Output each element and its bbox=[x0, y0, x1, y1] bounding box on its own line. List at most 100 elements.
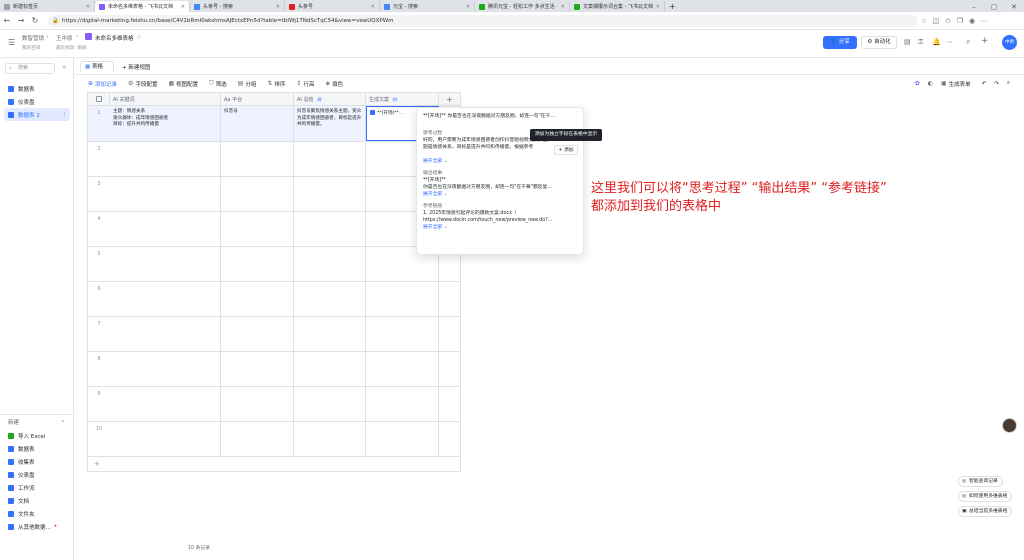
table-cell[interactable] bbox=[110, 212, 221, 246]
how-to-use-button[interactable]: ◎ 如何使用多维表格 bbox=[958, 491, 1013, 502]
share-button[interactable]: 👤 分享 bbox=[823, 36, 857, 49]
view-config-button[interactable]: ▦ 视图配置 bbox=[168, 80, 198, 88]
close-icon[interactable]: ✕ bbox=[371, 4, 375, 10]
new-table[interactable]: 数据表 bbox=[0, 442, 74, 455]
close-icon[interactable]: ✕ bbox=[561, 4, 565, 10]
column-header-keyword[interactable]: AI 关键词 bbox=[110, 93, 221, 106]
row-height-button[interactable]: ↕ 行高 bbox=[296, 80, 314, 88]
table-cell[interactable] bbox=[110, 282, 221, 316]
table-cell[interactable] bbox=[221, 317, 294, 351]
table-cell[interactable] bbox=[366, 282, 439, 316]
sidebar-item-table[interactable]: 数据表 bbox=[0, 82, 74, 95]
search-icon[interactable]: ⌕ bbox=[1007, 80, 1010, 87]
column-header-summary[interactable]: AI 总结 AI bbox=[294, 93, 366, 106]
table-row[interactable]: 8 bbox=[88, 352, 460, 387]
undo-icon[interactable]: ↶ bbox=[982, 81, 987, 87]
table-cell[interactable] bbox=[294, 142, 366, 176]
table-cell[interactable] bbox=[110, 247, 221, 281]
table-cell[interactable] bbox=[110, 352, 221, 386]
generate-form-button[interactable]: ▣ 生成表单 bbox=[941, 80, 971, 88]
select-all-checkbox[interactable] bbox=[88, 93, 110, 106]
cell-summary[interactable]: 抖音号聚焦情感关系主题，受众为成年情感困惑者，目标是提升共鸣传播量。 bbox=[294, 106, 366, 141]
close-window-icon[interactable]: ✕ bbox=[1004, 3, 1024, 11]
notification-icon[interactable]: 🔔 bbox=[932, 38, 941, 46]
table-cell[interactable] bbox=[366, 317, 439, 351]
table-cell[interactable] bbox=[294, 212, 366, 246]
reload-icon[interactable]: ↻ bbox=[28, 16, 42, 25]
avatar[interactable]: 中原 bbox=[1002, 35, 1017, 50]
browser-tab-active[interactable]: 未命名多维表格 - 飞书云文档 ✕ bbox=[95, 1, 190, 12]
expand-reference-link[interactable]: 展开全部 ⌄ bbox=[423, 224, 577, 231]
document-icon[interactable]: ▤ bbox=[904, 38, 911, 46]
back-icon[interactable]: ← bbox=[0, 16, 14, 25]
add-column-button[interactable]: + bbox=[439, 93, 460, 106]
star-icon[interactable]: ☆ bbox=[136, 33, 142, 41]
table-cell[interactable] bbox=[110, 422, 221, 456]
tab-table-view[interactable]: ▦ 表格 bbox=[80, 61, 114, 72]
filter-button[interactable]: ⛉ 筛选 bbox=[209, 80, 227, 88]
table-cell[interactable] bbox=[221, 142, 294, 176]
table-cell[interactable] bbox=[294, 317, 366, 351]
cell-platform[interactable]: 抖音号 bbox=[221, 106, 294, 141]
table-row[interactable]: 10 bbox=[88, 422, 460, 457]
browser-tab[interactable]: 文案偶攥示词合集 - 飞书云文档 ✕ bbox=[570, 1, 665, 12]
table-row[interactable]: 6 bbox=[88, 282, 460, 317]
ai-assistant-icon[interactable]: ✿ bbox=[915, 80, 922, 87]
new-tab-button[interactable]: + bbox=[665, 1, 679, 12]
redo-icon[interactable]: ↷ bbox=[994, 81, 999, 87]
palette-icon[interactable]: ◐ bbox=[928, 80, 935, 87]
table-row[interactable]: 2 bbox=[88, 142, 460, 177]
lock-icon[interactable]: ⚿ bbox=[918, 38, 923, 47]
fill-color-button[interactable]: ◈ 填色 bbox=[325, 80, 343, 88]
browser-tab[interactable]: 头条号 - 搜索 ✕ bbox=[190, 1, 285, 12]
table-cell[interactable] bbox=[110, 387, 221, 421]
close-icon[interactable]: ✕ bbox=[181, 4, 185, 10]
table-cell[interactable] bbox=[366, 387, 439, 421]
column-header-platform[interactable]: Aa 平台 bbox=[221, 93, 294, 106]
expand-output-link[interactable]: 展开全部 ⌄ bbox=[423, 191, 577, 198]
browser-tab[interactable]: 腾讯元宝 - 轻松工作 多点生活 ✕ bbox=[475, 1, 570, 12]
forward-icon[interactable]: → bbox=[14, 16, 28, 25]
table-cell[interactable] bbox=[294, 422, 366, 456]
add-row-button[interactable]: + bbox=[94, 460, 100, 468]
sort-button[interactable]: ⇅ 排序 bbox=[267, 80, 285, 88]
search-icon[interactable]: ⌕ bbox=[966, 37, 970, 47]
more-icon[interactable]: ⋮ bbox=[62, 112, 68, 118]
table-cell[interactable] bbox=[110, 177, 221, 211]
split-screen-icon[interactable]: ◫ bbox=[930, 17, 942, 25]
table-cell[interactable] bbox=[294, 352, 366, 386]
new-form[interactable]: 收集表 bbox=[0, 455, 74, 468]
table-cell[interactable] bbox=[366, 352, 439, 386]
add-as-field-button[interactable]: + 添加 bbox=[554, 145, 578, 155]
close-icon[interactable]: ✕ bbox=[276, 4, 280, 10]
sidebar-item-table-2[interactable]: 数据表 2 ⋮ bbox=[4, 108, 70, 121]
add-record-button[interactable]: ⊕ 添加记录 bbox=[88, 80, 117, 88]
collections-icon[interactable]: ❐ bbox=[954, 17, 966, 25]
breadcrumb-workspace[interactable]: 数智营销 bbox=[22, 34, 44, 42]
more-icon[interactable]: ⋯ bbox=[946, 38, 953, 46]
group-button[interactable]: ▤ 分组 bbox=[238, 80, 257, 88]
add-icon[interactable]: + bbox=[981, 36, 989, 46]
column-header-copy[interactable]: 生成文案 AI bbox=[366, 93, 439, 106]
maximize-icon[interactable]: ▢ bbox=[984, 3, 1004, 11]
more-icon[interactable]: ⋯ bbox=[978, 17, 990, 25]
field-config-button[interactable]: ⚙ 字段配置 bbox=[128, 80, 157, 88]
new-dashboard[interactable]: 仪表盘 bbox=[0, 468, 74, 481]
close-icon[interactable]: ✕ bbox=[656, 4, 660, 10]
table-cell[interactable] bbox=[110, 317, 221, 351]
expand-thinking-link[interactable]: 展开全部 ⌄ bbox=[423, 158, 577, 165]
doc-title[interactable]: 未命名多维表格 bbox=[95, 34, 134, 42]
new-import-excel[interactable]: 导入 Excel bbox=[0, 429, 74, 442]
browser-tab[interactable]: 新建标签页 ✕ bbox=[0, 1, 95, 12]
table-cell[interactable] bbox=[366, 422, 439, 456]
table-cell[interactable] bbox=[294, 282, 366, 316]
table-cell[interactable] bbox=[294, 247, 366, 281]
table-row[interactable]: 1 主题：情感关系 受众群体：成年情感困惑者 目标：提升共鸣传播量 抖音号 抖音… bbox=[88, 106, 460, 142]
user-avatar-floating[interactable] bbox=[1002, 418, 1017, 433]
favorites-icon[interactable]: ✩ bbox=[942, 17, 954, 25]
table-cell[interactable] bbox=[294, 177, 366, 211]
url-field[interactable]: 🔒 https://digital-marketing.feishu.cn/bas… bbox=[48, 14, 918, 27]
table-cell[interactable] bbox=[294, 387, 366, 421]
cell-keyword[interactable]: 主题：情感关系 受众群体：成年情感困惑者 目标：提升共鸣传播量 bbox=[110, 106, 221, 141]
close-icon[interactable]: ✕ bbox=[466, 4, 470, 10]
